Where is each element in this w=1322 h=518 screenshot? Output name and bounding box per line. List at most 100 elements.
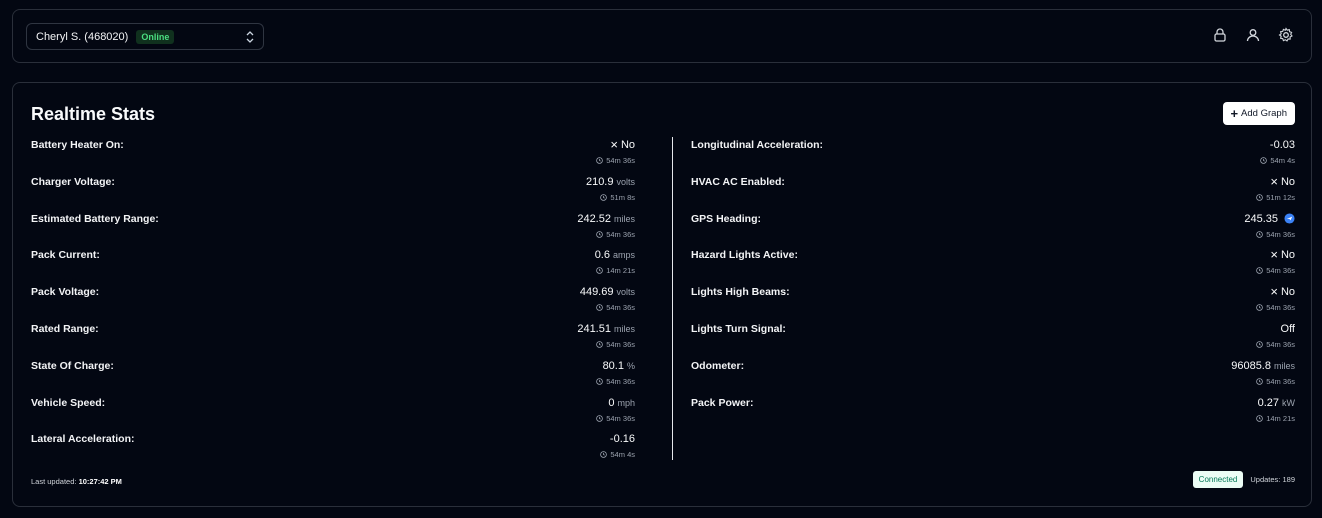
stat-age: 54m 36s [596,303,635,312]
stat-age-text: 54m 36s [606,339,635,349]
clock-icon [1256,341,1263,348]
stat-label: Estimated Battery Range: [31,212,159,225]
last-updated-label: Last updated: [31,477,77,486]
panel-title: Realtime Stats [31,104,156,124]
clock-icon [596,267,603,275]
stat-age: 14m 21s [596,266,635,275]
stat-age: 14m 21s [1256,414,1295,423]
stat-unit: % [626,360,635,371]
stat-label: Lights Turn Signal: [691,322,786,335]
stat-label: Lateral Acceleration: [31,433,135,446]
stat-age: 54m 36s [1256,303,1295,312]
stat-label: Hazard Lights Active: [691,249,798,262]
compass-heading-icon [1284,213,1295,224]
stat-age: 54m 36s [1256,230,1295,239]
stat-value: 0.6 amps [595,249,635,261]
clock-icon [596,341,603,348]
stat-value-text: -0.03 [1269,139,1295,151]
stat-lateral-acceleration: Lateral Acceleration: -0.16 54m 4s [31,431,635,468]
clock-icon [596,157,603,164]
stat-value-text: 0.6 [594,249,610,262]
stat-pack-current: Pack Current: 0.6 amps 14m 21s [31,247,635,284]
stat-pack-voltage: Pack Voltage: 449.69 volts 54m 36s [31,284,635,321]
x-icon: × [1270,247,1278,263]
last-updated: Last updated: 10:27:42 PM [31,477,122,486]
clock-icon [1256,194,1263,201]
stat-age: 54m 36s [1256,377,1295,386]
add-graph-button[interactable]: + Add Graph [1223,102,1295,125]
add-graph-label: Add Graph [1241,108,1287,119]
stat-value-text: 80.1 [602,359,624,372]
lock-icon[interactable] [1212,27,1228,43]
stat-label: Charger Voltage: [31,175,115,188]
stat-hvac-ac-enabled: HVAC AC Enabled: × No 51m 12s [691,174,1295,211]
stat-value-text: No [1280,249,1295,262]
stat-battery-heater-on: Battery Heater On: × No 54m 36s [31,137,635,174]
stat-label: Pack Voltage: [31,286,100,299]
chevron-up-down-icon [246,31,254,43]
stat-state-of-charge: State Of Charge: 80.1% 54m 36s [31,358,635,395]
stat-age: 54m 36s [1256,266,1295,275]
stat-age-text: 54m 36s [606,156,635,165]
x-icon: × [610,137,618,152]
updates-count: Updates: 189 [1250,475,1295,484]
stat-age-text: 54m 36s [606,376,635,386]
clock-icon [1256,378,1263,385]
stat-value-text: No [1280,175,1295,188]
stat-label: Rated Range: [31,322,99,335]
x-icon: × [1270,284,1278,300]
stat-age: 54m 4s [1260,156,1295,165]
stat-charger-voltage: Charger Voltage: 210.9 volts 51m 8s [31,174,635,211]
stat-value-text: 242.52 [577,212,611,225]
gear-icon[interactable] [1278,27,1294,43]
stat-label: Pack Power: [691,396,754,409]
stat-value: -0.16 [610,433,635,445]
stat-age: 54m 36s [596,377,635,386]
stat-value: 210.9 volts [586,176,635,188]
vehicle-selector[interactable]: Cheryl S. (468020) Online [26,23,264,50]
clock-icon [600,194,608,201]
stat-value: × No [1270,284,1295,300]
clock-icon [1256,267,1263,275]
stat-age-text: 54m 36s [1266,303,1295,313]
stat-value-text: No [1280,286,1295,299]
stat-unit: kW [1282,397,1295,408]
stat-value: -0.03 [1270,139,1295,151]
user-icon[interactable] [1245,27,1261,43]
stat-age-text: 54m 4s [1270,156,1295,165]
stat-value: × No [610,137,635,152]
stat-unit: volts [616,176,635,187]
stat-label: Lights High Beams: [691,286,790,299]
stat-age: 54m 36s [596,414,635,423]
stat-rated-range: Rated Range: 241.51 miles 54m 36s [31,321,635,358]
stat-lights-high-beams: Lights High Beams: × No 54m 36s [691,284,1295,321]
stat-estimated-battery-range: Estimated Battery Range: 242.52 miles 54m 3… [31,211,635,248]
stat-pack-power: Pack Power: 0.27 kW 14m 21s [691,395,1295,432]
stat-age: 54m 4s [600,450,635,459]
stat-value-text: 241.51 [577,322,611,335]
stat-label: Longitudinal Acceleration: [691,139,824,151]
stat-age: 54m 36s [1256,340,1295,349]
stat-label: HVAC AC Enabled: [691,175,785,188]
stat-odometer: Odometer: 96085.8 miles 54m 36s [691,358,1295,395]
stat-value-text: 0 [608,396,615,409]
clock-icon [596,378,603,385]
stat-age-text: 54m 36s [1266,339,1295,349]
stat-value-text: -0.16 [609,433,635,446]
stat-value: 242.52 miles [577,213,635,225]
clock-icon [1256,304,1263,311]
stat-age: 51m 8s [600,193,635,202]
clock-icon [1256,230,1263,238]
stat-value-text: 96085.8 [1231,359,1271,372]
stat-value-text: 210.9 [585,175,614,188]
clock-icon [596,414,603,422]
stat-age-text: 54m 36s [606,303,635,313]
stat-age-text: 54m 36s [606,413,635,423]
stat-value: 96085.8 miles [1231,360,1295,372]
stat-value: 0 mph [608,397,635,409]
clock-icon [596,304,603,311]
stat-age-text: 54m 36s [1266,266,1295,276]
stat-longitudinal-acceleration: Longitudinal Acceleration: -0.03 54m 4s [691,137,1295,174]
stat-label: Odometer: [691,359,745,372]
stat-age-text: 54m 36s [1266,376,1295,386]
